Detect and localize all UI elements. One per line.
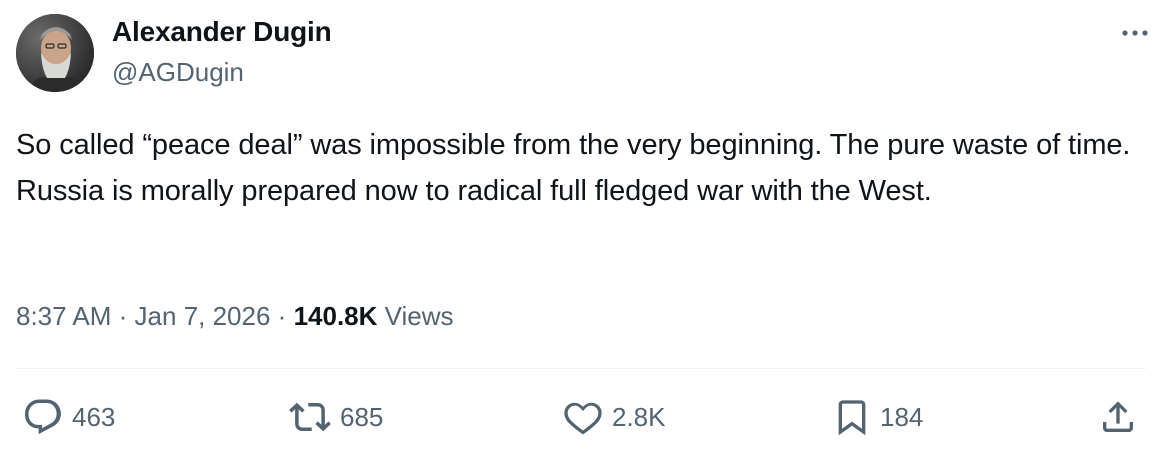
reply-count: 463 bbox=[72, 401, 116, 432]
views-count[interactable]: 140.8K bbox=[294, 301, 378, 331]
tweet-card: Alexander Dugin @AGDugin So called “peac… bbox=[0, 0, 1170, 468]
more-options-button[interactable] bbox=[1118, 20, 1152, 46]
reply-bubble-icon bbox=[25, 399, 61, 435]
author-handle[interactable]: @AGDugin bbox=[112, 54, 331, 90]
tweet-text: So called “peace deal” was impossible fr… bbox=[16, 129, 1131, 207]
repost-button[interactable]: 685 bbox=[288, 392, 383, 442]
meta-separator: · bbox=[277, 301, 287, 331]
divider bbox=[16, 368, 1146, 369]
action-bar: 463 685 2.8K 184 bbox=[0, 392, 1170, 442]
avatar-portrait-image bbox=[16, 14, 94, 92]
reply-button[interactable]: 463 bbox=[22, 392, 115, 442]
author-block: Alexander Dugin @AGDugin bbox=[112, 14, 332, 90]
author-display-name[interactable]: Alexander Dugin bbox=[112, 14, 332, 50]
share-button[interactable] bbox=[1098, 392, 1138, 442]
repost-arrows-icon bbox=[289, 402, 331, 432]
meta-separator: · bbox=[118, 301, 128, 331]
avatar[interactable] bbox=[16, 14, 94, 92]
share-icon bbox=[1103, 401, 1133, 432]
views-label: Views bbox=[384, 301, 454, 331]
bookmark-button[interactable]: 184 bbox=[832, 392, 923, 442]
more-dots-icon bbox=[1122, 30, 1148, 36]
like-count: 2.8K bbox=[612, 401, 666, 432]
heart-icon bbox=[564, 402, 602, 435]
repost-count: 685 bbox=[340, 401, 384, 432]
tweet-date[interactable]: Jan 7, 2026 bbox=[135, 301, 271, 331]
tweet-time[interactable]: 8:37 AM bbox=[16, 301, 111, 331]
bookmark-count: 184 bbox=[880, 401, 924, 432]
tweet-meta: 8:37 AM · Jan 7, 2026 · 140.8K Views bbox=[16, 298, 454, 334]
like-button[interactable]: 2.8K bbox=[562, 392, 666, 442]
bookmark-icon bbox=[838, 400, 866, 436]
